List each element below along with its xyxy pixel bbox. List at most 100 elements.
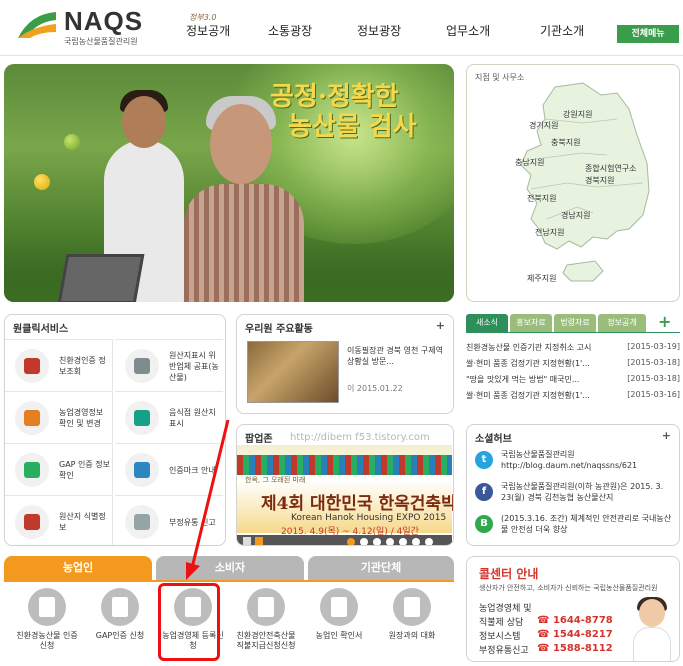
- document-icon: [247, 588, 285, 626]
- menu-board-icon: [125, 401, 159, 435]
- farmer-service-item[interactable]: GAP인증 신청: [87, 588, 153, 658]
- one-click-title: 원클릭서비스: [13, 324, 69, 335]
- tab-law[interactable]: 법령자료: [554, 314, 596, 332]
- all-menu-button[interactable]: 전체메뉴: [617, 25, 679, 43]
- news-row[interactable]: 쌀·현미 품종 검정기관 지정현황(1'... [2015-03-18]: [466, 358, 680, 369]
- activity-headline[interactable]: 이동필장관 경북 영천 구제역 상황실 방문...: [347, 345, 447, 367]
- news-row-title: 쌀·현미 품종 검정기관 지정현황(1'...: [466, 359, 590, 368]
- one-click-service-panel: 원클릭서비스 친환경인증 정보조회 원산지표시 위반업체 공표(농산물) 농업경영정…: [4, 314, 226, 546]
- farmer-service-item[interactable]: 친환경농산물 인증 신청: [14, 588, 80, 658]
- site-logo[interactable]: NAQS 국립농산물품질관리원: [16, 6, 166, 48]
- call-row: 정보시스템 ☎ 1544-8217: [479, 629, 613, 642]
- popup-pager-dot[interactable]: [399, 538, 407, 545]
- organic-cert-icon: [28, 588, 66, 626]
- tab-farmer[interactable]: 농업인: [4, 556, 152, 580]
- one-click-item-label: 인증마크 안내: [169, 465, 216, 475]
- farmer-service-item[interactable]: 친환경안전축산물 직불지급신청신청: [233, 588, 299, 658]
- tab-news[interactable]: 새소식: [466, 314, 508, 332]
- social-item-facebook[interactable]: f 국립농산물품질관리원(이하 농관원)은 2015. 3. 23(월) 경북 김…: [475, 481, 675, 509]
- map-branch-jeju[interactable]: 제주지원: [527, 273, 556, 284]
- call-row-phone[interactable]: ☎ 1588-8112: [537, 643, 613, 654]
- facebook-icon[interactable]: f: [475, 483, 493, 501]
- twitter-icon[interactable]: t: [475, 451, 493, 469]
- popup-pager-dot[interactable]: [373, 538, 381, 545]
- farmer-service-item[interactable]: 농업인 확인서: [306, 588, 372, 658]
- one-click-item[interactable]: 농업경영정보 확인 및 변경: [5, 391, 113, 444]
- farmer-service-item[interactable]: 원장과의 대화: [379, 588, 445, 658]
- tab-institution[interactable]: 기관단체: [308, 556, 454, 580]
- call-row: 직불제 상담 ☎ 1644-8778: [479, 615, 613, 628]
- nav-about[interactable]: 기관소개: [540, 22, 584, 39]
- play-icon[interactable]: [243, 537, 251, 545]
- popup-pager-dot[interactable]: [412, 538, 420, 545]
- blog-icon[interactable]: B: [475, 515, 493, 533]
- news-row-title: 친환경농산물 인증기관 지정취소 고시: [466, 343, 592, 352]
- hanok-expo-banner[interactable]: 한옥, 그 오래된 미래 제4회 대한민국 한옥건축박람회 Korean Han…: [237, 445, 453, 537]
- call-row-phone[interactable]: ☎ 1644-8778: [537, 615, 613, 626]
- one-click-item-label: 농업경영정보 확인 및 변경: [59, 408, 104, 428]
- one-click-item[interactable]: 부정유통 신고: [115, 495, 223, 545]
- one-click-item-label: GAP 인증 정보확인: [59, 460, 111, 480]
- pause-icon[interactable]: [255, 537, 263, 545]
- main-banner[interactable]: 공정·정확한 농산물 검사: [4, 64, 454, 302]
- popup-controls[interactable]: [237, 535, 452, 545]
- no-sign-icon: [125, 349, 159, 383]
- farmer-service-label: 농업인 확인서: [315, 631, 363, 640]
- activity-more-icon[interactable]: +: [436, 319, 445, 332]
- senior-farmer-figure: [184, 96, 304, 302]
- call-center-subtitle: 생산자가 안전하고, 소비자가 신뢰하는 국립농산물품질관리원: [479, 584, 658, 592]
- one-click-item-label: 원산지표시 위반업체 공표(농산물): [169, 350, 219, 382]
- popup-pager-dot[interactable]: [386, 538, 394, 545]
- map-branch-jeonnam[interactable]: 전남지원: [535, 227, 564, 238]
- social-item-text: (2015.3.16. 조간) 체계적인 안전관리로 국내농산물 안전성 더욱 …: [501, 514, 672, 534]
- nav-info-square[interactable]: 정보광장: [357, 22, 401, 39]
- nav-info-disclosure[interactable]: 정보공개: [186, 22, 230, 39]
- news-row[interactable]: 쌀·현미 품종 검정기관 지정현황(1'... [2015-03-16]: [466, 390, 680, 401]
- one-click-item[interactable]: 인증마크 안내: [115, 443, 223, 496]
- map-branch-gyeonggi[interactable]: 경기지원: [529, 120, 558, 131]
- one-click-item[interactable]: 친환경인증 정보조회: [5, 339, 113, 392]
- call-center-panel: 콜센터 안내 생산자가 안전하고, 소비자가 신뢰하는 국립농산물품질관리원 농…: [466, 556, 680, 662]
- tab-consumer[interactable]: 소비자: [156, 556, 304, 580]
- news-row[interactable]: 친환경농산물 인증기관 지정취소 고시 [2015-03-19]: [466, 342, 680, 353]
- call-row-phone[interactable]: ☎ 1544-8217: [537, 629, 613, 640]
- popup-pager[interactable]: [347, 538, 433, 545]
- one-click-item[interactable]: 음식점 원산지 표시: [115, 391, 223, 444]
- one-click-item-label: 친환경인증 정보조회: [59, 356, 106, 376]
- news-row[interactable]: "땅을 맛있게 먹는 방법" 매국민... [2015-03-18]: [466, 374, 680, 385]
- call-row-label: 농업경영체 및: [479, 604, 532, 614]
- tab-info-disclosure[interactable]: 정보공개: [598, 314, 646, 332]
- farmer-service-label: 친환경농산물 인증 신청: [16, 631, 78, 650]
- one-click-item[interactable]: GAP 인증 정보확인: [5, 443, 113, 496]
- activity-title: 우리원 주요활동: [245, 324, 313, 335]
- tangerine-icon: [34, 174, 50, 190]
- social-item-twitter[interactable]: t 국립농산물품질관리원 http://blog.daum.net/naqssns…: [475, 449, 675, 477]
- one-click-item-label: 음식점 원산지 표시: [169, 408, 216, 428]
- popup-pager-dot[interactable]: [360, 538, 368, 545]
- nav-business[interactable]: 업무소개: [446, 22, 490, 39]
- call-row-label: 직불제 상담: [479, 618, 524, 628]
- popup-pager-dot[interactable]: [347, 538, 355, 545]
- social-item-blog[interactable]: B (2015.3.16. 조간) 체계적인 안전관리로 국내농산물 안전성 더욱…: [475, 513, 675, 541]
- nav-communication[interactable]: 소통광장: [268, 22, 312, 39]
- map-branch-chungbuk[interactable]: 충북지원: [551, 137, 580, 148]
- news-more-icon[interactable]: +: [658, 312, 671, 331]
- map-branch-research[interactable]: 종합시험연구소: [585, 163, 637, 174]
- map-branch-gyeongnam[interactable]: 경남지원: [561, 210, 590, 221]
- social-title: 소셜허브: [475, 434, 512, 445]
- one-click-item[interactable]: 원산지 식별정보: [5, 495, 113, 545]
- map-branch-gyeongbuk[interactable]: 경북지원: [585, 175, 614, 186]
- popup-pager-dot[interactable]: [425, 538, 433, 545]
- social-more-icon[interactable]: +: [662, 429, 671, 442]
- laptop-icon: [57, 254, 145, 302]
- map-branch-jeonbuk[interactable]: 전북지원: [527, 193, 556, 204]
- gap-mark-icon: [15, 453, 49, 487]
- map-branch-chungnam[interactable]: 충남지원: [515, 157, 544, 168]
- map-branch-gangwon[interactable]: 강원지원: [563, 109, 592, 120]
- tab-pr[interactable]: 홍보자료: [510, 314, 552, 332]
- activity-photo[interactable]: [247, 341, 339, 403]
- logo-wordmark: NAQS: [64, 6, 144, 36]
- green-fruit-icon: [64, 134, 80, 150]
- report-icon: [125, 505, 159, 539]
- one-click-item[interactable]: 원산지표시 위반업체 공표(농산물): [115, 339, 223, 392]
